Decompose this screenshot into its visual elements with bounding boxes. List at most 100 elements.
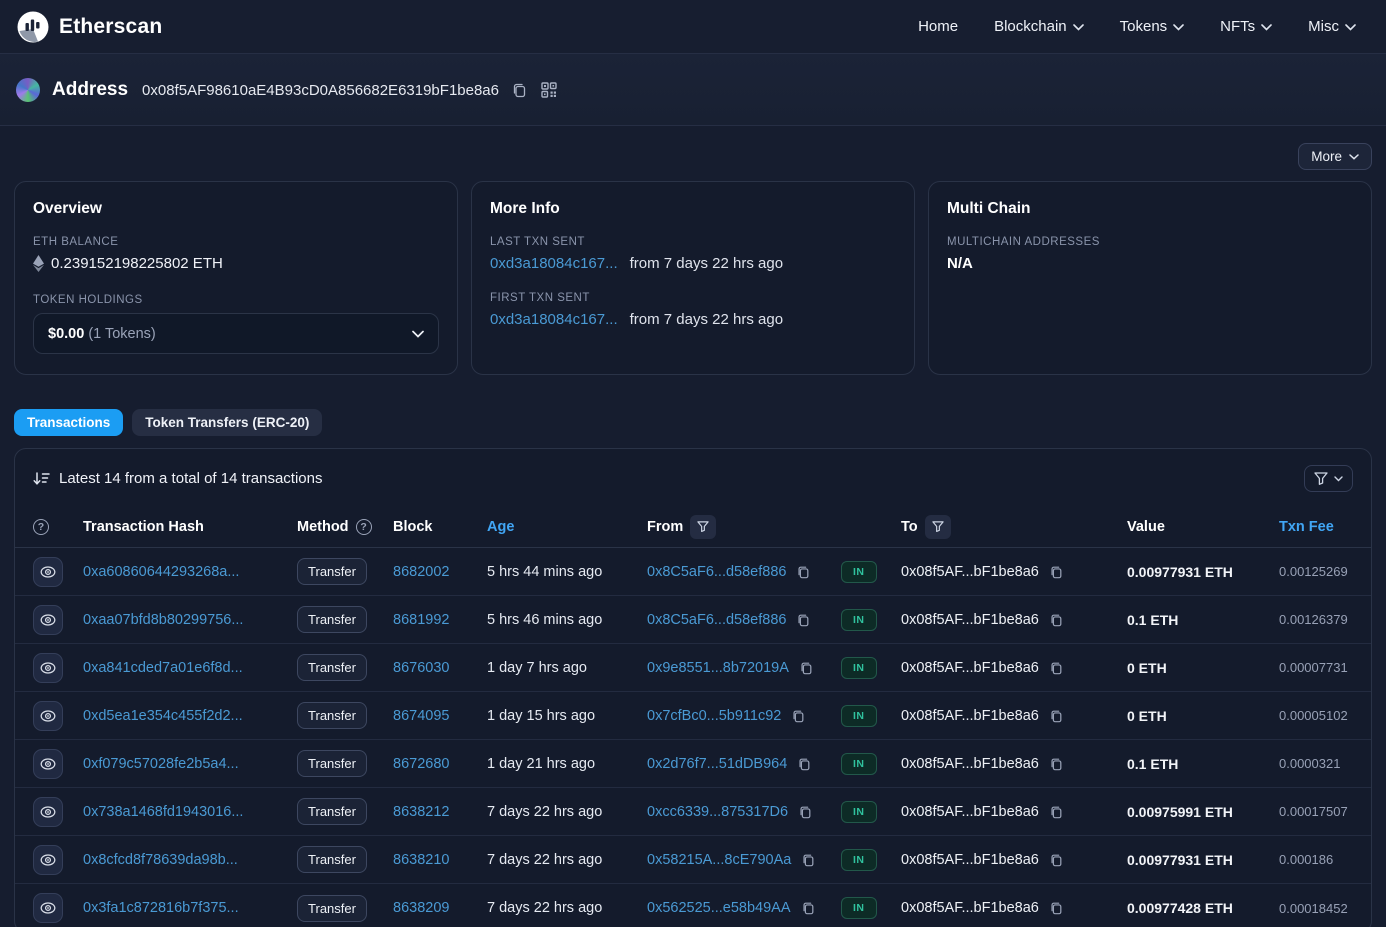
to-address-value: 0x08f5AF...bF1be8a6 xyxy=(901,564,1039,580)
copy-to-address-button[interactable] xyxy=(1047,659,1065,677)
preview-transaction-button[interactable] xyxy=(33,605,63,635)
nav-item-misc[interactable]: Misc xyxy=(1308,18,1356,35)
transaction-row: 0xa60860644293268a... Transfer 8682002 5… xyxy=(15,548,1371,596)
from-address-link[interactable]: 0x7cfBc0...5b911c92 xyxy=(647,708,781,724)
method-help-icon[interactable]: ? xyxy=(356,519,372,535)
from-address-link[interactable]: 0x2d76f7...51dDB964 xyxy=(647,756,787,772)
nav-item-blockchain[interactable]: Blockchain xyxy=(994,18,1084,35)
copy-address-button[interactable] xyxy=(509,80,529,100)
transaction-hash-link[interactable]: 0xa60860644293268a... xyxy=(83,564,239,580)
copy-from-address-button[interactable] xyxy=(796,803,814,821)
copy-icon xyxy=(1049,613,1063,627)
help-icon[interactable]: ? xyxy=(33,519,49,535)
copy-to-address-button[interactable] xyxy=(1047,803,1065,821)
overview-card-title: Overview xyxy=(33,200,439,218)
brand[interactable]: Etherscan xyxy=(16,10,162,44)
from-address-link[interactable]: 0x58215A...8cE790Aa xyxy=(647,852,791,868)
to-address-value: 0x08f5AF...bF1be8a6 xyxy=(901,612,1039,628)
copy-to-address-button[interactable] xyxy=(1047,899,1065,917)
block-link[interactable]: 8681992 xyxy=(393,612,449,628)
age-value: 7 days 22 hrs ago xyxy=(487,852,647,868)
tab-token-transfers-erc-20[interactable]: Token Transfers (ERC-20) xyxy=(132,409,322,436)
block-link[interactable]: 8682002 xyxy=(393,564,449,580)
preview-transaction-button[interactable] xyxy=(33,701,63,731)
preview-transaction-button[interactable] xyxy=(33,845,63,875)
nav-item-label: Tokens xyxy=(1120,18,1168,35)
sort-descending-icon xyxy=(33,471,50,486)
transaction-hash-link[interactable]: 0x8cfcd8f78639da98b... xyxy=(83,852,238,868)
copy-to-address-button[interactable] xyxy=(1047,611,1065,629)
main-content: More Overview ETH BALANCE 0.239152198225… xyxy=(0,126,1386,927)
direction-badge: IN xyxy=(841,705,877,727)
eye-icon xyxy=(40,854,56,866)
copy-to-address-button[interactable] xyxy=(1047,851,1065,869)
copy-from-address-button[interactable] xyxy=(794,611,812,629)
method-badge[interactable]: Transfer xyxy=(297,895,367,922)
eye-icon xyxy=(40,806,56,818)
first-txn-sent-label: FIRST TXN SENT xyxy=(490,292,896,304)
from-address-link[interactable]: 0x8C5aF6...d58ef886 xyxy=(647,564,786,580)
block-link[interactable]: 8638210 xyxy=(393,852,449,868)
transaction-hash-link[interactable]: 0xd5ea1e354c455f2d2... xyxy=(83,708,243,724)
from-address-link[interactable]: 0x562525...e58b49AA xyxy=(647,900,791,916)
method-badge[interactable]: Transfer xyxy=(297,702,367,729)
to-address-value: 0x08f5AF...bF1be8a6 xyxy=(901,708,1039,724)
method-badge[interactable]: Transfer xyxy=(297,798,367,825)
first-txn-hash-link[interactable]: 0xd3a18084c167... xyxy=(490,311,618,328)
preview-transaction-button[interactable] xyxy=(33,893,63,923)
copy-icon xyxy=(798,805,812,819)
block-link[interactable]: 8672680 xyxy=(393,756,449,772)
nav-item-tokens[interactable]: Tokens xyxy=(1120,18,1185,35)
copy-to-address-button[interactable] xyxy=(1047,707,1065,725)
qr-code-button[interactable] xyxy=(539,80,559,100)
eye-icon xyxy=(40,758,56,770)
copy-from-address-button[interactable] xyxy=(789,707,807,725)
preview-transaction-button[interactable] xyxy=(33,749,63,779)
from-address-link[interactable]: 0x8C5aF6...d58ef886 xyxy=(647,612,786,628)
method-badge[interactable]: Transfer xyxy=(297,750,367,777)
nav-item-nfts[interactable]: NFTs xyxy=(1220,18,1272,35)
copy-from-address-button[interactable] xyxy=(799,851,817,869)
method-badge[interactable]: Transfer xyxy=(297,558,367,585)
token-holdings-dropdown[interactable]: $0.00 (1 Tokens) xyxy=(33,313,439,354)
copy-to-address-button[interactable] xyxy=(1047,563,1065,581)
column-header-age[interactable]: Age xyxy=(487,519,647,535)
more-button[interactable]: More xyxy=(1298,143,1372,170)
brand-name: Etherscan xyxy=(59,15,162,39)
overview-card: Overview ETH BALANCE 0.239152198225802 E… xyxy=(14,181,458,375)
from-address-link[interactable]: 0x9e8551...8b72019A xyxy=(647,660,789,676)
column-header-fee[interactable]: Txn Fee xyxy=(1279,519,1353,535)
to-filter-button[interactable] xyxy=(925,515,951,539)
preview-transaction-button[interactable] xyxy=(33,797,63,827)
transaction-hash-link[interactable]: 0x3fa1c872816b7f375... xyxy=(83,900,239,916)
copy-from-address-button[interactable] xyxy=(794,563,812,581)
preview-transaction-button[interactable] xyxy=(33,557,63,587)
copy-from-address-button[interactable] xyxy=(799,899,817,917)
transaction-hash-link[interactable]: 0x738a1468fd1943016... xyxy=(83,804,243,820)
method-badge[interactable]: Transfer xyxy=(297,654,367,681)
block-link[interactable]: 8676030 xyxy=(393,660,449,676)
copy-icon xyxy=(1049,901,1063,915)
nav-item-home[interactable]: Home xyxy=(918,18,958,35)
transaction-hash-link[interactable]: 0xf079c57028fe2b5a4... xyxy=(83,756,239,772)
method-badge[interactable]: Transfer xyxy=(297,846,367,873)
copy-from-address-button[interactable] xyxy=(797,659,815,677)
transaction-hash-link[interactable]: 0xaa07bfd8b80299756... xyxy=(83,612,243,628)
transaction-row: 0x738a1468fd1943016... Transfer 8638212 … xyxy=(15,788,1371,836)
transaction-hash-link[interactable]: 0xa841cded7a01e6f8d... xyxy=(83,660,243,676)
block-link[interactable]: 8638209 xyxy=(393,900,449,916)
last-txn-hash-link[interactable]: 0xd3a18084c167... xyxy=(490,255,618,272)
from-filter-button[interactable] xyxy=(690,515,716,539)
preview-transaction-button[interactable] xyxy=(33,653,63,683)
table-filter-button[interactable] xyxy=(1304,465,1353,492)
more-info-card-title: More Info xyxy=(490,200,896,218)
method-badge[interactable]: Transfer xyxy=(297,606,367,633)
block-link[interactable]: 8674095 xyxy=(393,708,449,724)
copy-from-address-button[interactable] xyxy=(795,755,813,773)
block-link[interactable]: 8638212 xyxy=(393,804,449,820)
tab-transactions[interactable]: Transactions xyxy=(14,409,123,436)
copy-icon xyxy=(797,757,811,771)
from-address-link[interactable]: 0xcc6339...875317D6 xyxy=(647,804,788,820)
copy-to-address-button[interactable] xyxy=(1047,755,1065,773)
chevron-down-icon xyxy=(1345,24,1356,31)
